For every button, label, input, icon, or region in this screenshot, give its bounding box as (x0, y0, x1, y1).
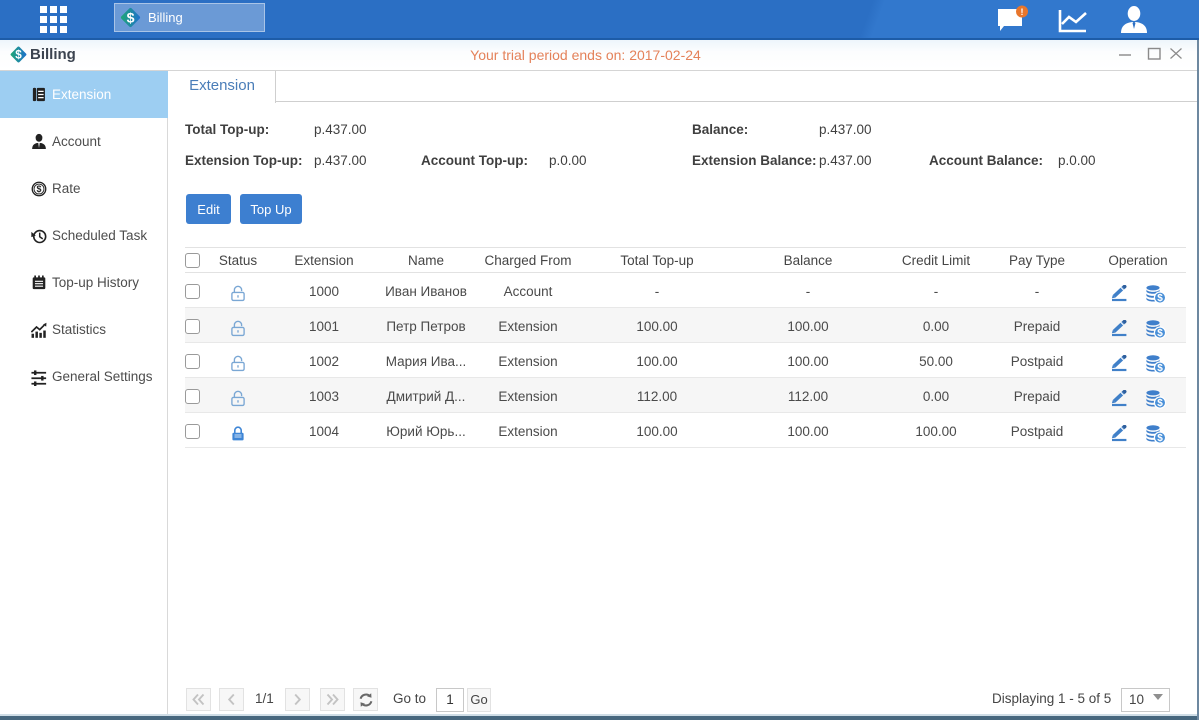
svg-text:$: $ (1157, 293, 1163, 304)
svg-text:$: $ (37, 184, 42, 194)
svg-text:$: $ (127, 10, 135, 26)
svg-text:$: $ (1157, 328, 1163, 339)
svg-text:$: $ (1157, 363, 1163, 374)
svg-text:$: $ (1157, 398, 1163, 409)
svg-text:$: $ (1157, 433, 1163, 444)
svg-text:!: ! (1021, 7, 1024, 17)
